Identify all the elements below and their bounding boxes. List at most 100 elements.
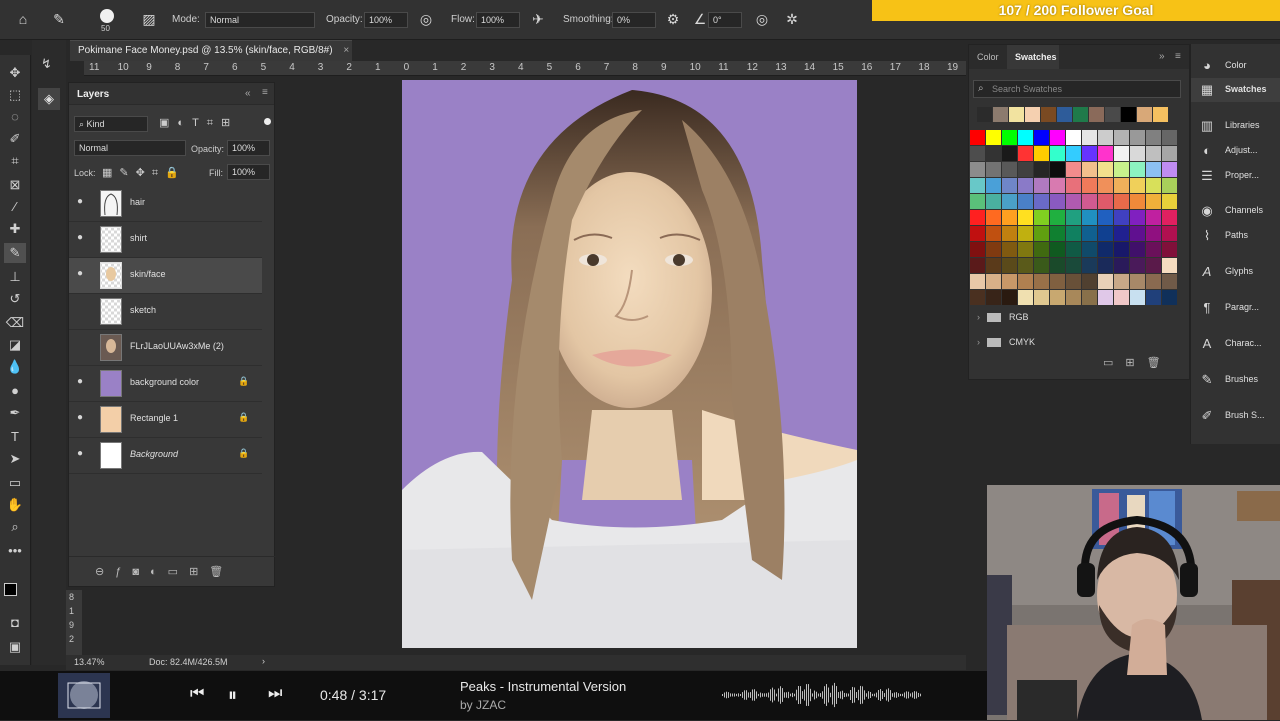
swatch[interactable] [1002,178,1017,193]
swatch[interactable] [1082,178,1097,193]
lock-all-icon[interactable]: 🔒 [165,167,186,179]
layer-row[interactable]: ● hair [69,186,262,222]
swatch[interactable] [1018,162,1033,177]
swatch[interactable] [1050,162,1065,177]
airbrush-icon[interactable]: ✈ [528,10,548,28]
swatch[interactable] [970,146,985,161]
swatch[interactable] [1162,178,1177,193]
layer-opacity-field[interactable]: 100% [227,140,270,156]
layer-row[interactable]: ● Background 🔒 [69,438,262,474]
layers-panel-icon[interactable]: ◈ [38,88,60,110]
swatch[interactable] [977,107,992,122]
swatch[interactable] [1153,107,1168,122]
delete-swatch-icon[interactable]: 🗑 [1147,357,1173,369]
dock-item-swatches[interactable]: ▦ Swatches [1191,78,1280,102]
swatch[interactable] [1130,178,1145,193]
swatch[interactable] [1066,274,1081,289]
swatch[interactable] [1082,226,1097,241]
swatch[interactable] [1002,194,1017,209]
swatch[interactable] [1018,274,1033,289]
swatch[interactable] [1089,107,1104,122]
swatch[interactable] [1002,226,1017,241]
lock-position-icon[interactable]: ✥ [136,167,152,179]
swatch[interactable] [1034,162,1049,177]
swatch[interactable] [1034,210,1049,225]
adjustment-layer-icon[interactable]: ◐ [150,566,168,578]
swatch[interactable] [970,210,985,225]
pressure-opacity-icon[interactable]: ◎ [416,10,436,28]
eraser-tool-icon[interactable]: ⌫ [4,313,26,333]
close-tab-icon[interactable]: × [343,45,349,56]
swatch[interactable] [986,210,1001,225]
swatch[interactable] [970,130,985,145]
swatch[interactable] [1130,146,1145,161]
flow-field[interactable]: 100% [476,12,520,28]
zoom-tool-icon[interactable]: ⌕ [4,517,26,537]
swatch[interactable] [986,242,1001,257]
swatch[interactable] [1162,258,1177,273]
layer-row[interactable]: ● background color 🔒 [69,366,262,402]
brush-settings-icon[interactable]: ▨ [140,10,158,28]
swatch[interactable] [1050,130,1065,145]
crop-tool-icon[interactable]: ⌗ [4,151,26,171]
swatch[interactable] [1146,290,1161,305]
shape-filter-icon[interactable]: ⌗ [207,117,221,129]
blur-tool-icon[interactable]: 💧 [4,357,26,377]
swatch[interactable] [1114,146,1129,161]
tab-color[interactable]: Color [977,52,999,62]
swatch[interactable] [1050,242,1065,257]
swatch[interactable] [1162,274,1177,289]
swatch[interactable] [1066,242,1081,257]
dock-item-properties[interactable]: ☰ Proper... [1191,164,1280,188]
swatch[interactable] [1146,242,1161,257]
swatch[interactable] [986,226,1001,241]
home-icon[interactable]: ⌂ [14,10,32,28]
clone-stamp-tool-icon[interactable]: ⊥ [4,267,26,287]
swatch[interactable] [1114,258,1129,273]
swatch[interactable] [1146,178,1161,193]
swatch[interactable] [986,258,1001,273]
swatch[interactable] [1066,178,1081,193]
swatch[interactable] [1050,226,1065,241]
more-tools-icon[interactable]: ••• [4,541,26,561]
swatch[interactable] [1050,290,1065,305]
swatch[interactable] [1162,130,1177,145]
dock-item-paths[interactable]: ⌇ Paths [1191,224,1280,248]
lock-artboard-icon[interactable]: ⌗ [152,167,165,179]
swatch[interactable] [1082,146,1097,161]
previous-track-icon[interactable]: ⏮ [190,685,204,703]
marquee-tool-icon[interactable]: ⬚ [4,85,26,105]
layer-row[interactable]: ● Rectangle 1 🔒 [69,402,262,438]
visibility-eye-icon[interactable]: ● [77,269,87,279]
new-group-icon[interactable]: ▭ [168,566,189,578]
swatch[interactable] [1034,242,1049,257]
paint-bucket-tool-icon[interactable]: ◪ [4,335,26,355]
swatch[interactable] [1082,130,1097,145]
next-track-icon[interactable]: ⏭ [268,685,282,703]
swatch[interactable] [1066,162,1081,177]
swatch[interactable] [1025,107,1040,122]
swatch[interactable] [1082,162,1097,177]
dodge-tool-icon[interactable]: ● [4,381,26,401]
swatch[interactable] [1146,194,1161,209]
swatch[interactable] [1130,274,1145,289]
swatch[interactable] [986,130,1001,145]
layer-row[interactable]: ● FLrJLaoUUAw3xMe (2) [69,330,262,366]
swatch[interactable] [1002,274,1017,289]
type-filter-icon[interactable]: T [192,117,207,129]
swatch[interactable] [970,274,985,289]
move-tool-icon[interactable]: ✥ [4,63,26,83]
swatch[interactable] [1050,194,1065,209]
swatch[interactable] [1050,258,1065,273]
symmetry-icon[interactable]: ✲ [782,10,802,28]
swatch[interactable] [986,194,1001,209]
swatch[interactable] [1146,146,1161,161]
opacity-field[interactable]: 100% [364,12,408,28]
swatch[interactable] [1130,162,1145,177]
pause-icon[interactable]: ⏸ [228,685,237,706]
pressure-size-icon[interactable]: ◎ [752,10,772,28]
brush-preview-icon[interactable] [100,9,114,23]
swatch[interactable] [1002,258,1017,273]
swatch[interactable] [1130,258,1145,273]
mode-select[interactable]: Normal [205,12,315,28]
